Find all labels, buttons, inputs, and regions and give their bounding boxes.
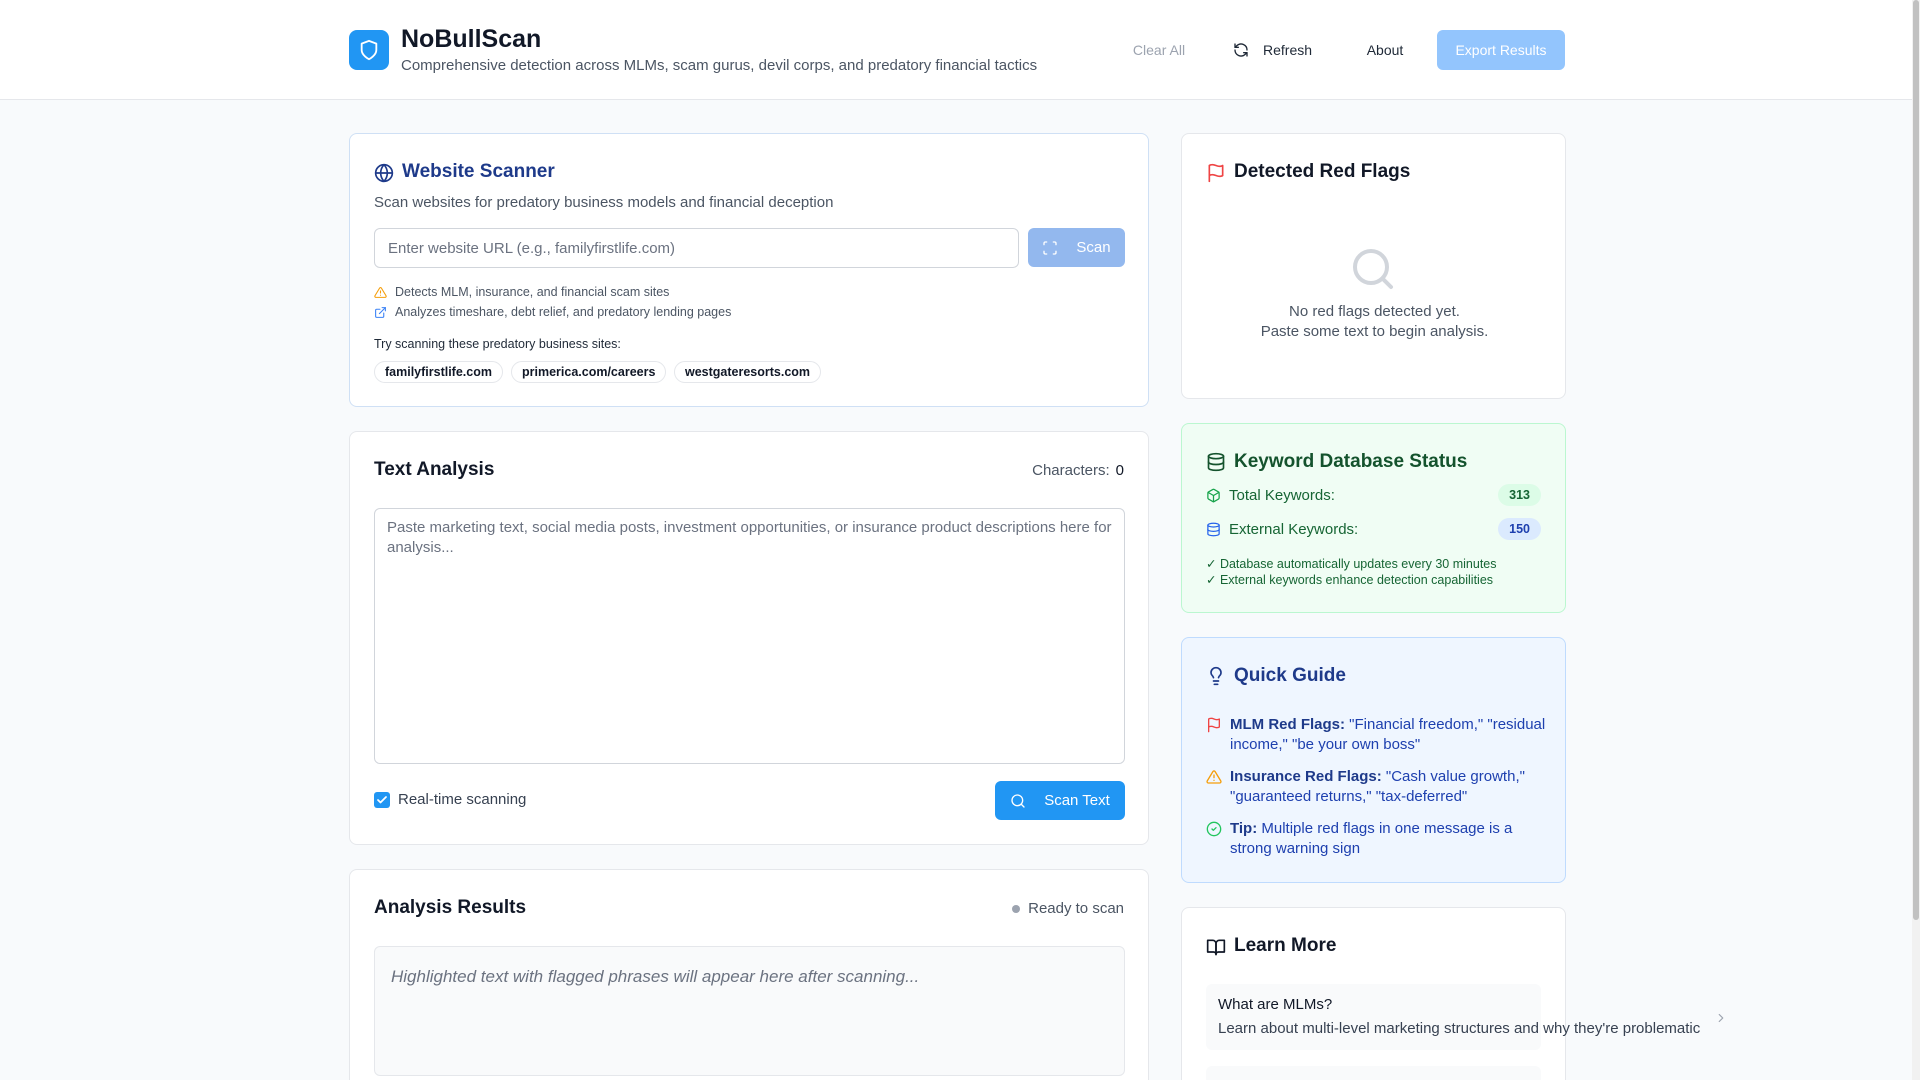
detected-red-flags-card: Detected Red Flags No red flags detected… <box>1181 133 1566 399</box>
scan-status: Ready to scan <box>1012 900 1124 917</box>
external-link-icon <box>375 306 386 318</box>
guide-item-insurance: Insurance Red Flags: "Cash value growth,… <box>1206 767 1546 807</box>
chevron-right-icon[interactable] <box>1714 1011 1728 1025</box>
scan-text-button[interactable]: Scan Text <box>995 781 1125 820</box>
highlighted-results-box: Highlighted text with flagged phrases wi… <box>374 946 1125 1076</box>
external-keywords-row: External Keywords: <box>1206 521 1358 538</box>
guide-body-tip: Multiple red flags in one message is a s… <box>1230 820 1513 857</box>
learn-more-title: Learn More <box>1234 935 1337 956</box>
check-circle-icon <box>1206 821 1222 837</box>
example-chip-primerica[interactable]: primerica.com/careers <box>511 361 667 383</box>
characters-count: 0 <box>1115 462 1124 479</box>
clear-all-label: Clear All <box>1132 42 1186 58</box>
checkmark-icon <box>377 796 387 804</box>
scanner-note-1-text: Detects MLM, insurance, and financial sc… <box>395 285 670 299</box>
learn-item-description: Learn about multi-level marketing struct… <box>1218 1020 1701 1037</box>
scan-status-text: Ready to scan <box>1028 900 1124 917</box>
website-scanner-card: Website Scanner Scan websites for predat… <box>349 133 1149 407</box>
warning-icon <box>374 286 387 298</box>
db-note-1: ✓ Database automatically updates every 3… <box>1206 557 1497 571</box>
scan-frame-icon <box>1043 240 1058 255</box>
app-title: NoBullScan <box>401 25 542 53</box>
total-keywords-badge: 313 <box>1498 484 1541 506</box>
globe-icon <box>374 163 394 183</box>
keyword-database-card: Keyword Database Status Total Keywords: … <box>1181 423 1566 613</box>
quick-guide-title: Quick Guide <box>1234 665 1346 686</box>
scanner-note-2-text: Analyzes timeshare, debt relief, and pre… <box>395 305 732 319</box>
total-keywords-row: Total Keywords: <box>1206 487 1335 504</box>
website-scanner-description: Scan websites for predatory business mod… <box>374 194 834 211</box>
app-subtitle: Comprehensive detection across MLMs, sca… <box>401 57 1038 74</box>
detected-red-flags-title: Detected Red Flags <box>1234 161 1411 182</box>
db-note-2: ✓ External keywords enhance detection ca… <box>1206 573 1494 587</box>
learn-item-next[interactable] <box>1206 1066 1541 1080</box>
learn-item-title: What are MLMs? <box>1218 996 1333 1013</box>
guide-text-insurance: Insurance Red Flags: "Cash value growth,… <box>1230 767 1546 807</box>
text-analysis-textarea[interactable] <box>374 508 1125 764</box>
external-keywords-label: External Keywords: <box>1229 521 1359 538</box>
package-icon <box>1207 488 1220 503</box>
example-chip-westgate[interactable]: westgateresorts.com <box>674 361 822 383</box>
analysis-results-card: Analysis Results Ready to scan Highlight… <box>349 869 1149 1080</box>
url-input[interactable] <box>374 228 1019 268</box>
no-flags-message: No red flags detected yet. Paste some te… <box>1182 302 1567 342</box>
characters-label: Characters: <box>1032 462 1110 479</box>
no-flags-line-2: Paste some text to begin analysis. <box>1260 323 1489 340</box>
scan-text-label: Scan Text <box>1044 792 1110 809</box>
scan-url-label: Scan <box>1076 239 1111 256</box>
try-scanning-label: Try scanning these predatory business si… <box>374 337 621 351</box>
analysis-results-title: Analysis Results <box>374 897 527 918</box>
flag-icon <box>1208 163 1224 183</box>
guide-item-mlm: MLM Red Flags: "Financial freedom," "res… <box>1206 715 1546 755</box>
external-keywords-badge: 150 <box>1498 518 1541 540</box>
database-icon <box>1207 452 1225 472</box>
page-scrollbar-thumb[interactable] <box>1913 0 1919 920</box>
warning-icon <box>1206 770 1222 784</box>
example-chip-familyfirstlife[interactable]: familyfirstlife.com <box>374 361 503 383</box>
refresh-button[interactable]: Refresh <box>1225 30 1336 70</box>
export-label: Export Results <box>1455 42 1547 58</box>
empty-search-icon <box>1353 249 1393 289</box>
quick-guide-card: Quick Guide MLM Red Flags: "Financial fr… <box>1181 637 1566 883</box>
about-label: About <box>1366 42 1404 58</box>
guide-label-tip: Tip: <box>1230 820 1258 837</box>
text-analysis-title: Text Analysis <box>374 459 495 480</box>
database-small-icon <box>1207 522 1220 537</box>
realtime-scanning-checkbox[interactable] <box>374 792 390 808</box>
keyword-database-title: Keyword Database Status <box>1234 451 1468 472</box>
learn-item-mlms[interactable]: What are MLMs? Learn about multi-level m… <box>1206 984 1700 1050</box>
total-keywords-label: Total Keywords: <box>1229 487 1335 504</box>
no-flags-line-1: No red flags detected yet. <box>1289 303 1460 320</box>
guide-label-mlm: MLM Red Flags: <box>1230 716 1345 733</box>
lightbulb-icon <box>1210 666 1222 686</box>
learn-more-card: Learn More What are MLMs? Learn about mu… <box>1181 907 1724 1080</box>
flag-icon <box>1208 717 1220 733</box>
text-analysis-card: Text Analysis Characters: 0 Real-time sca… <box>349 431 1149 845</box>
search-icon <box>1011 793 1025 808</box>
refresh-label: Refresh <box>1263 42 1313 58</box>
website-scanner-title: Website Scanner <box>402 161 555 182</box>
export-results-button[interactable]: Export Results <box>1437 30 1565 70</box>
about-button[interactable]: About <box>1355 30 1415 70</box>
refresh-icon <box>1234 43 1248 57</box>
status-dot-icon <box>1012 904 1021 913</box>
guide-item-tip: Tip: Multiple red flags in one message i… <box>1206 819 1546 859</box>
guide-text-tip: Tip: Multiple red flags in one message i… <box>1230 819 1546 859</box>
character-counter: Characters: 0 <box>1032 462 1124 479</box>
clear-all-button[interactable]: Clear All <box>1121 30 1197 70</box>
app-header: NoBullScan Comprehensive detection acros… <box>0 0 1912 100</box>
shield-logo-icon <box>349 30 389 70</box>
scan-url-button[interactable]: Scan <box>1028 228 1125 267</box>
book-open-icon <box>1206 939 1226 956</box>
realtime-scanning-label[interactable]: Real-time scanning <box>398 791 526 808</box>
guide-text-mlm: MLM Red Flags: "Financial freedom," "res… <box>1230 715 1546 755</box>
scanner-note-2: Analyzes timeshare, debt relief, and pre… <box>374 305 731 319</box>
guide-label-insurance: Insurance Red Flags: <box>1230 768 1382 785</box>
scanner-note-1: Detects MLM, insurance, and financial sc… <box>374 285 669 299</box>
